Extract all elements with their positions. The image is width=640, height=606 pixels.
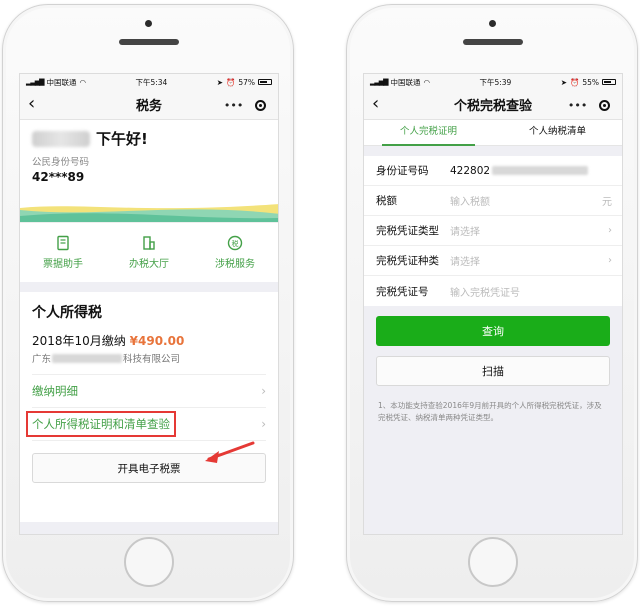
chevron-right-icon: › — [261, 417, 266, 431]
field-label: 完税凭证类型 — [376, 225, 439, 237]
field-label: 身份证号码 — [376, 165, 429, 177]
blurred-id-digits — [492, 166, 589, 175]
back-arrow-icon[interactable]: ‹ — [372, 93, 379, 114]
voucher-number-input[interactable]: 输入完税凭证号 — [450, 284, 520, 299]
service-tax-related[interactable]: 税 涉税服务 — [215, 235, 255, 270]
phone-left: ▂▃▅▇ 中国联通 ◠ 下午5:34 ➤ ⏰ 57% ‹ 税务 ••• 下午好!… — [2, 4, 294, 602]
greeting-card: 下午好! 公民身份号码 42***89 — [20, 120, 278, 222]
status-bar: ▂▃▅▇ 中国联通 ◠ 下午5:39 ➤ ⏰ 55% — [364, 74, 622, 90]
close-target-icon[interactable] — [599, 100, 611, 111]
location-icon: ➤ — [560, 77, 567, 87]
signal-icon: ▂▃▅▇ — [26, 78, 45, 86]
wifi-icon: ◠ — [423, 77, 431, 87]
chevron-right-icon: › — [608, 255, 612, 266]
tax-amount-row: 税额 输入税额 元 — [364, 186, 622, 216]
tax-badge-icon: 税 — [227, 235, 243, 251]
earpiece-speaker — [463, 39, 523, 45]
more-menu-button[interactable]: ••• — [568, 99, 587, 112]
tab-tax-certificate[interactable]: 个人完税证明 — [364, 120, 493, 146]
front-camera — [489, 20, 496, 27]
query-button[interactable]: 查询 — [376, 316, 610, 346]
service-receipt-helper[interactable]: 票据助手 — [43, 235, 83, 270]
building-icon — [143, 236, 155, 250]
service-tax-hall[interactable]: 办税大厅 — [129, 235, 169, 270]
id-number-value: 422802 — [450, 164, 491, 177]
payment-summary: 2018年10月缴纳 ¥490.00 — [32, 332, 266, 349]
chevron-right-icon: › — [608, 225, 612, 236]
id-number-row: 身份证号码 422802 — [364, 156, 622, 186]
help-note: 1、本功能支持查验2016年9月前开具的个人所得税完税凭证，涉及完税凭证、纳税清… — [378, 401, 602, 422]
more-menu-button[interactable]: ••• — [224, 99, 243, 112]
wifi-icon: ◠ — [79, 77, 87, 87]
location-icon: ➤ — [216, 77, 223, 87]
tax-amount-input[interactable]: 输入税额 — [450, 193, 490, 208]
phone-right: ▂▃▅▇ 中国联通 ◠ 下午5:39 ➤ ⏰ 55% ‹ 个税完税查验 ••• … — [346, 4, 638, 602]
battery-percent: 55% — [582, 77, 599, 87]
status-time: 下午5:34 — [135, 77, 168, 87]
blurred-user-name — [32, 130, 90, 147]
voucher-kind-select[interactable]: 请选择 — [450, 253, 480, 268]
id-number-value: 42***89 — [32, 170, 85, 184]
status-time: 下午5:39 — [479, 77, 512, 87]
link-label: 个人所得税证明和清单查验 — [26, 411, 176, 437]
personal-income-tax-card: 个人所得税 2018年10月缴纳 ¥490.00 广东 科技有限公司 缴纳明细 … — [20, 292, 278, 522]
alarm-icon: ⏰ — [569, 77, 580, 87]
signal-icon: ▂▃▅▇ — [370, 78, 389, 86]
voucher-type-select[interactable]: 请选择 — [450, 223, 480, 238]
voucher-kind-row[interactable]: 完税凭证种类 请选择 › — [364, 246, 622, 276]
voucher-type-row[interactable]: 完税凭证类型 请选择 › — [364, 216, 622, 246]
mini-program-capsule: ••• — [562, 96, 616, 115]
section-title: 个人所得税 — [32, 305, 102, 321]
svg-text:税: 税 — [232, 239, 239, 248]
currency-unit: 元 — [602, 197, 612, 208]
battery-percent: 57% — [238, 77, 255, 87]
battery-icon — [258, 79, 272, 85]
service-shortcuts: 票据助手 办税大厅 税 涉税服务 — [20, 222, 278, 282]
company-name: 广东 科技有限公司 — [32, 351, 266, 375]
field-label: 完税凭证号 — [376, 285, 429, 298]
blurred-company-name — [52, 353, 123, 363]
screen-tax-verification: ▂▃▅▇ 中国联通 ◠ 下午5:39 ➤ ⏰ 55% ‹ 个税完税查验 ••• … — [363, 73, 623, 535]
company-suffix: 科技有限公司 — [123, 354, 181, 365]
front-camera — [145, 20, 152, 27]
close-target-icon[interactable] — [255, 100, 267, 111]
id-number-label: 公民身份号码 — [32, 157, 90, 168]
payment-amount: ¥490.00 — [129, 334, 185, 348]
voucher-number-row: 完税凭证号 输入完税凭证号 — [364, 276, 622, 306]
chevron-right-icon: › — [261, 384, 266, 398]
earpiece-speaker — [119, 39, 179, 45]
carrier-label: 中国联通 — [46, 77, 77, 87]
tab-tax-list[interactable]: 个人纳税清单 — [493, 120, 622, 145]
field-label: 完税凭证种类 — [376, 255, 439, 267]
nav-bar: ‹ 税务 ••• — [20, 90, 278, 120]
home-button[interactable] — [124, 537, 174, 587]
link-payment-detail[interactable]: 缴纳明细 › — [32, 375, 266, 408]
verification-form: 身份证号码 422802 税额 输入税额 元 完税凭证类型 请选择 › 完税凭证… — [364, 156, 622, 306]
link-label: 缴纳明细 — [32, 384, 78, 398]
back-arrow-icon[interactable]: ‹ — [28, 93, 35, 114]
payment-date: 2018年10月缴纳 — [32, 334, 126, 348]
greeting-text: 下午好! — [96, 130, 148, 148]
receipt-icon — [57, 235, 69, 251]
company-prefix: 广东 — [32, 354, 52, 365]
status-bar: ▂▃▅▇ 中国联通 ◠ 下午5:34 ➤ ⏰ 57% — [20, 74, 278, 90]
id-number-field[interactable]: 422802 — [450, 164, 589, 177]
annotation-arrow-icon — [205, 441, 255, 463]
service-label: 票据助手 — [43, 259, 83, 270]
nav-bar: ‹ 个税完税查验 ••• — [364, 90, 622, 120]
scan-button[interactable]: 扫描 — [376, 356, 610, 386]
service-label: 涉税服务 — [215, 259, 255, 270]
home-button[interactable] — [468, 537, 518, 587]
field-label: 税额 — [376, 195, 397, 207]
mini-program-capsule: ••• — [218, 96, 272, 115]
tab-bar: 个人完税证明 个人纳税清单 — [364, 120, 622, 146]
decorative-wave — [20, 204, 278, 222]
alarm-icon: ⏰ — [225, 77, 236, 87]
battery-icon — [602, 79, 616, 85]
service-label: 办税大厅 — [129, 259, 169, 270]
carrier-label: 中国联通 — [390, 77, 421, 87]
